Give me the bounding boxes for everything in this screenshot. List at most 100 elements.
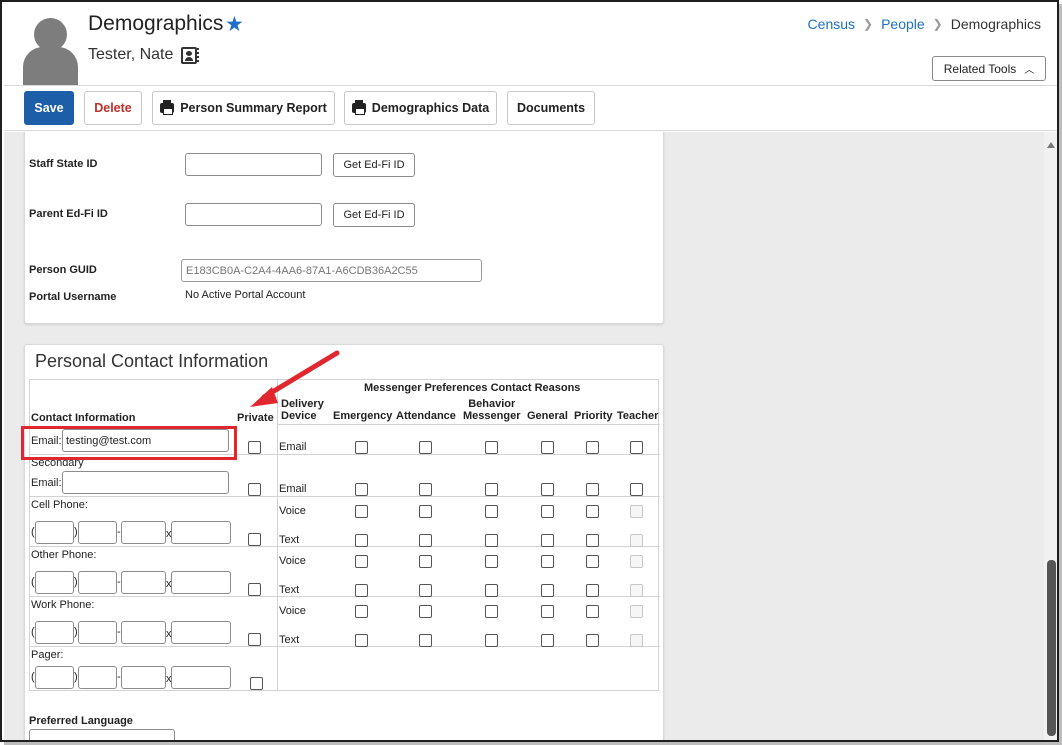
cell-voice-behavior-checkbox[interactable] [485,505,498,518]
annotation-arrow [250,350,340,407]
secondary-attendance-checkbox[interactable] [419,483,432,496]
work-prefix-input[interactable] [78,621,117,644]
other-voice-behavior-checkbox[interactable] [485,555,498,568]
work-line-input[interactable] [121,621,166,644]
cell-voice-general-checkbox[interactable] [541,505,554,518]
cell-text-attendance-checkbox[interactable] [419,534,432,547]
other-text-behavior-checkbox[interactable] [485,584,498,597]
delivery-device-text: Text [279,634,300,646]
work-text-priority-checkbox[interactable] [586,634,599,647]
cell-text-behavior-checkbox[interactable] [485,534,498,547]
other-voice-attendance-checkbox[interactable] [419,555,432,568]
cell-extension-input[interactable] [171,521,231,544]
get-edfi-id-button[interactable]: Get Ed-Fi ID [333,203,415,227]
teacher-header: Teacher [617,410,659,422]
get-edfi-id-button[interactable]: Get Ed-Fi ID [333,153,415,177]
other-area-code-input[interactable] [35,571,74,594]
other-voice-general-checkbox[interactable] [541,555,554,568]
demographics-data-label: Demographics Data [371,101,490,115]
vertical-scrollbar[interactable] [1044,132,1057,740]
star-icon[interactable]: ★ [225,13,244,37]
delivery-device-email: Email [279,483,307,495]
cell-text-teacher-checkbox [630,534,643,547]
secondary-email-private-checkbox[interactable] [248,483,261,496]
secondary-emergency-checkbox[interactable] [355,483,368,496]
email-attendance-checkbox[interactable] [419,441,432,454]
work-private-checkbox[interactable] [248,633,261,646]
breadcrumb-people[interactable]: People [881,16,925,32]
delete-button[interactable]: Delete [84,91,142,125]
work-voice-general-checkbox[interactable] [541,605,554,618]
secondary-general-checkbox[interactable] [541,483,554,496]
cell-text-priority-checkbox[interactable] [586,534,599,547]
documents-button[interactable]: Documents [507,91,595,125]
cell-text-general-checkbox[interactable] [541,534,554,547]
email-teacher-checkbox[interactable] [630,441,643,454]
scroll-up-icon[interactable] [1047,142,1055,148]
cell-text-emergency-checkbox[interactable] [355,534,368,547]
pager-area-code-input[interactable] [35,666,74,689]
other-text-teacher-checkbox [630,584,643,597]
cell-voice-priority-checkbox[interactable] [586,505,599,518]
other-private-checkbox[interactable] [248,583,261,596]
other-voice-emergency-checkbox[interactable] [355,555,368,568]
pager-extension-input[interactable] [171,666,231,689]
email-highlight-box [21,426,237,460]
portal-username-value: No Active Portal Account [185,289,306,301]
work-text-behavior-checkbox[interactable] [485,634,498,647]
work-text-emergency-checkbox[interactable] [355,634,368,647]
email-private-checkbox[interactable] [248,441,261,454]
pager-prefix-input[interactable] [78,666,117,689]
secondary-priority-checkbox[interactable] [586,483,599,496]
work-extension-input[interactable] [171,621,231,644]
email-general-checkbox[interactable] [541,441,554,454]
cell-prefix-input[interactable] [78,521,117,544]
behavior-header-line1: Behavior [468,398,516,410]
breadcrumb-census[interactable]: Census [808,16,855,32]
person-guid-label: Person GUID [29,264,97,276]
related-tools-button[interactable]: Related Tools ︿ [932,56,1046,81]
secondary-email-label: Email: [31,477,62,489]
email-behavior-checkbox[interactable] [485,441,498,454]
other-text-attendance-checkbox[interactable] [419,584,432,597]
pager-line-input[interactable] [121,666,166,689]
cell-area-code-input[interactable] [35,521,74,544]
staff-state-id-input[interactable] [185,153,322,176]
other-text-priority-checkbox[interactable] [586,584,599,597]
work-voice-behavior-checkbox[interactable] [485,605,498,618]
other-line-input[interactable] [121,571,166,594]
pager-label: Pager: [31,649,64,661]
other-text-general-checkbox[interactable] [541,584,554,597]
secondary-teacher-checkbox[interactable] [630,483,643,496]
identifiers-panel: Staff State ID Get Ed-Fi ID Parent Ed-Fi… [24,132,664,324]
email-emergency-checkbox[interactable] [355,441,368,454]
person-summary-report-button[interactable]: Person Summary Report [152,91,335,125]
work-text-general-checkbox[interactable] [541,634,554,647]
work-text-attendance-checkbox[interactable] [419,634,432,647]
save-button[interactable]: Save [24,91,74,125]
cell-private-checkbox[interactable] [248,533,261,546]
other-prefix-input[interactable] [78,571,117,594]
work-voice-attendance-checkbox[interactable] [419,605,432,618]
cell-voice-emergency-checkbox[interactable] [355,505,368,518]
secondary-behavior-checkbox[interactable] [485,483,498,496]
work-voice-emergency-checkbox[interactable] [355,605,368,618]
preferred-language-select[interactable] [29,729,175,740]
contact-card-icon[interactable] [181,47,197,64]
parent-edfi-id-input[interactable] [185,203,322,226]
work-voice-priority-checkbox[interactable] [586,605,599,618]
work-area-code-input[interactable] [35,621,74,644]
demographics-data-button[interactable]: Demographics Data [344,91,497,125]
email-priority-checkbox[interactable] [586,441,599,454]
cell-voice-attendance-checkbox[interactable] [419,505,432,518]
secondary-email-input[interactable] [62,471,229,494]
other-text-emergency-checkbox[interactable] [355,584,368,597]
cell-line-input[interactable] [121,521,166,544]
other-voice-teacher-checkbox [630,555,643,568]
other-extension-input[interactable] [171,571,231,594]
other-voice-priority-checkbox[interactable] [586,555,599,568]
pager-private-checkbox[interactable] [250,677,263,690]
scrollbar-thumb[interactable] [1047,560,1056,736]
work-voice-teacher-checkbox [630,605,643,618]
page-title: Demographics [88,12,224,35]
